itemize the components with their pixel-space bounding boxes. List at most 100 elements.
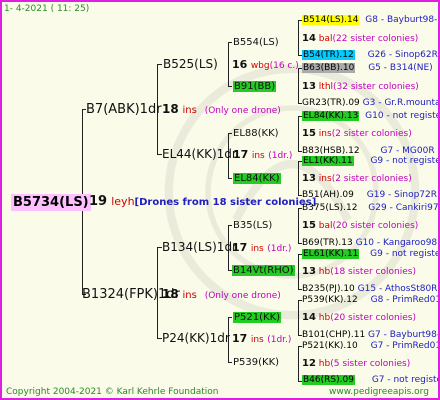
node-info: G7 - Bayburt98-3 (368, 330, 440, 340)
node-name[interactable]: B35(LS) (233, 220, 272, 231)
gen3-drone-info: 17 ins (1dr.) (233, 148, 292, 163)
node-name[interactable]: B51(AH).09 (302, 190, 354, 200)
gen5-node[interactable]: B375(LS).12 G29 - Cankiri97Q (302, 202, 438, 215)
node-name[interactable]: B63(BB).10 (302, 63, 356, 73)
gen3-node[interactable]: P24(KK)1dr (162, 332, 230, 345)
node-name[interactable]: EL84(KK).13 (302, 111, 360, 121)
gen5-node[interactable]: P521(KK).10 G7 - PrimRed01 (302, 340, 438, 353)
drone-code: ins (250, 244, 264, 254)
gen5-node[interactable]: B514(LS).14 G8 - Bayburt98-3 (302, 14, 440, 27)
gen5-node[interactable]: B54(TR).12 G26 - Sinop62R (302, 49, 438, 62)
node-name[interactable]: B514(LS).14 (302, 15, 360, 25)
gen5-node[interactable]: EL1(KK).11 G9 - not registe (302, 155, 440, 168)
drone-note: (1dr.) (267, 335, 292, 345)
gen3-drone-info: 17 ins (1dr.) (232, 332, 291, 347)
gen4-node[interactable]: B554(LS) (233, 36, 279, 49)
node-name[interactable]: B7(ABK)1dr (86, 102, 162, 117)
drone-count: 17 (232, 332, 248, 345)
footer-copyright: Copyright 2004-2021 © Karl Kehrle Founda… (6, 387, 219, 397)
drone-count: 15 (302, 128, 316, 139)
node-name[interactable]: P539(KK) (233, 357, 279, 368)
node-name[interactable]: B46(RS).09 (302, 375, 355, 385)
node-name[interactable]: B101(CHP).11 (302, 330, 365, 340)
node-name[interactable]: EL1(KK).11 (302, 156, 354, 166)
gen5-node[interactable]: EL84(KK).13 G10 - not registe (302, 110, 438, 123)
node-name[interactable]: EL61(KK).11 (302, 249, 360, 259)
node-name[interactable]: B235(PJ).10 (302, 284, 355, 294)
node-name[interactable]: B525(LS) (163, 57, 218, 71)
drone-count: 12 (302, 358, 316, 369)
drone-code: hb (318, 267, 331, 277)
node-info: G9 - not registe (370, 249, 440, 259)
gen5-node[interactable]: B63(BB).10 G5 - B314(NE) (302, 62, 433, 75)
drone-count: 14 (302, 33, 316, 44)
queen-name[interactable]: B5734(LS) (11, 194, 91, 211)
connector (228, 362, 232, 363)
gen4-node[interactable]: EL84(KK) (233, 172, 281, 185)
node-name[interactable]: B554(LS) (233, 37, 279, 48)
gen2-drone-info: 18 ins (Only one drone) (162, 288, 281, 303)
drone-count: 18 (162, 102, 179, 116)
drone-note: (2 sister colonies) (331, 129, 412, 139)
node-info: G8 - PrimRed01 (370, 295, 440, 305)
drone-note: (20 sister colonies) (330, 313, 416, 323)
connector-gen4 (298, 346, 299, 382)
node-info: G5 - B314(NE) (368, 63, 433, 73)
node-name[interactable]: B375(LS).12 (302, 203, 357, 213)
gen5-node[interactable]: B46(RS).09 G7 - not registe (302, 374, 438, 387)
node-name[interactable]: P24(KK)1dr (162, 331, 230, 345)
drone-note: (Only one drone) (204, 106, 281, 116)
gen5-node[interactable]: B51(AH).09 G19 - Sinop72R (302, 189, 437, 202)
node-name[interactable]: B14Vt(RHO) (232, 265, 295, 276)
header-date: 1- 4-2021 ( 11: 25) (4, 4, 90, 14)
node-name[interactable]: P521(KK) (233, 312, 282, 323)
node-info: G3 - Gr.R.mounta (362, 98, 440, 108)
gen4-node[interactable]: EL88(KK) (233, 127, 279, 140)
node-name[interactable]: P539(KK).12 (302, 295, 358, 305)
node-name[interactable]: EL84(KK) (233, 173, 281, 184)
node-name[interactable]: EL44(KK)1dr (162, 147, 237, 161)
node-name[interactable]: B134(LS)1dr (162, 240, 237, 254)
drone-code: ins (250, 335, 264, 345)
gen1-node[interactable]: B5734(LS) (11, 194, 91, 211)
footer-site-link[interactable]: www.pedigreeapis.org (329, 386, 429, 398)
connector-gen4 (298, 20, 299, 56)
drone-code: ins (318, 174, 332, 184)
drone-note: (22 sister colonies) (332, 34, 419, 44)
drone-count: 15 (302, 220, 316, 231)
gen3-node[interactable]: EL44(KK)1dr (162, 148, 237, 161)
drone-count: 14 (302, 312, 316, 323)
gen4-node[interactable]: P539(KK) (233, 356, 279, 369)
connector (228, 317, 232, 318)
connector-gen4 (298, 300, 299, 336)
drone-note: (1dr.) (267, 244, 292, 254)
drone-count: 13 (302, 266, 316, 277)
gen3-node[interactable]: B525(LS) (163, 58, 218, 71)
node-name[interactable]: P521(KK).10 (302, 341, 358, 351)
node-name[interactable]: GR23(TR).09 (302, 98, 360, 108)
gen4-node[interactable]: B14Vt(RHO) (232, 264, 295, 277)
drone-note: (18 sister colonies) (330, 267, 416, 277)
connector (228, 225, 232, 226)
gen4-node[interactable]: B35(LS) (233, 219, 272, 232)
drone-code: hb (318, 313, 331, 323)
node-name[interactable]: B91(BB) (233, 81, 277, 92)
node-name[interactable]: B69(TR).13 (302, 238, 353, 248)
gen5-node[interactable]: GR23(TR).09 G3 - Gr.R.mounta (302, 97, 440, 110)
gen2-node[interactable]: B7(ABK)1dr (86, 103, 162, 116)
connector (228, 86, 232, 87)
drone-note: (Only one drone) (204, 291, 281, 301)
connector-gen3 (228, 42, 229, 87)
drone-code: ins (318, 129, 332, 139)
gen4-node[interactable]: B91(BB) (233, 80, 277, 93)
gen5-node[interactable]: P539(KK).12 G8 - PrimRed01 (302, 294, 440, 307)
gen3-node[interactable]: B134(LS)1dr (162, 241, 237, 254)
node-name[interactable]: B54(TR).12 (302, 50, 355, 60)
node-name[interactable]: EL88(KK) (233, 128, 279, 139)
gen5-node[interactable]: EL61(KK).11 G9 - not registe (302, 248, 440, 261)
node-info: G19 - Sinop72R (366, 190, 438, 200)
gen5-drone-info: 15 ins(2 sister colonies) (302, 127, 412, 141)
gen4-node[interactable]: P521(KK) (233, 311, 282, 324)
node-info: G9 - not registe (370, 156, 440, 166)
node-info: G8 - Bayburt98-3 (365, 15, 440, 25)
